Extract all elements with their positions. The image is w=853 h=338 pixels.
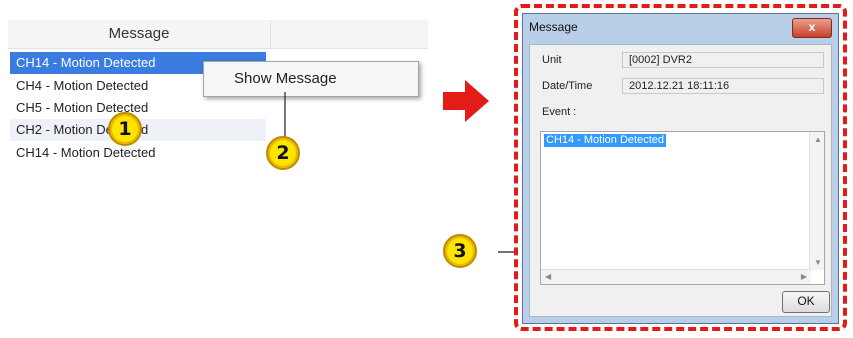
ok-button[interactable]: OK bbox=[782, 291, 830, 313]
callout-2-badge: 2 bbox=[266, 136, 300, 170]
callout-3-badge: 3 bbox=[443, 234, 477, 268]
scroll-right-icon[interactable]: ▶ bbox=[801, 272, 807, 281]
dialog-client-area: Unit [0002] DVR2 Date/Time 2012.12.21 18… bbox=[529, 44, 832, 317]
scroll-down-icon[interactable]: ▼ bbox=[814, 258, 822, 267]
unit-label: Unit bbox=[542, 54, 562, 66]
scroll-up-icon[interactable]: ▲ bbox=[814, 135, 822, 144]
datetime-label: Date/Time bbox=[542, 80, 593, 92]
event-horizontal-scrollbar[interactable]: ◀ ▶ bbox=[541, 269, 811, 284]
callout-1-badge: 1 bbox=[108, 112, 142, 146]
event-textarea[interactable]: CH14 - Motion Detected ▲ ▼ ◀ ▶ bbox=[540, 131, 825, 285]
event-label: Event : bbox=[542, 106, 577, 118]
dialog-title: Message bbox=[529, 20, 578, 34]
scroll-left-icon[interactable]: ◀ bbox=[545, 272, 551, 281]
close-button[interactable]: x bbox=[792, 18, 832, 38]
event-vertical-scrollbar[interactable]: ▲ ▼ bbox=[809, 132, 824, 270]
datetime-value-field: 2012.12.21 18:11:16 bbox=[622, 78, 824, 94]
right-arrow-icon bbox=[443, 80, 489, 122]
unit-value-field: [0002] DVR2 bbox=[622, 52, 824, 68]
close-icon: x bbox=[808, 20, 816, 34]
message-dialog: Message x Unit [0002] DVR2 Date/Time 201… bbox=[522, 13, 839, 324]
event-text-selected: CH14 - Motion Detected bbox=[544, 134, 666, 147]
